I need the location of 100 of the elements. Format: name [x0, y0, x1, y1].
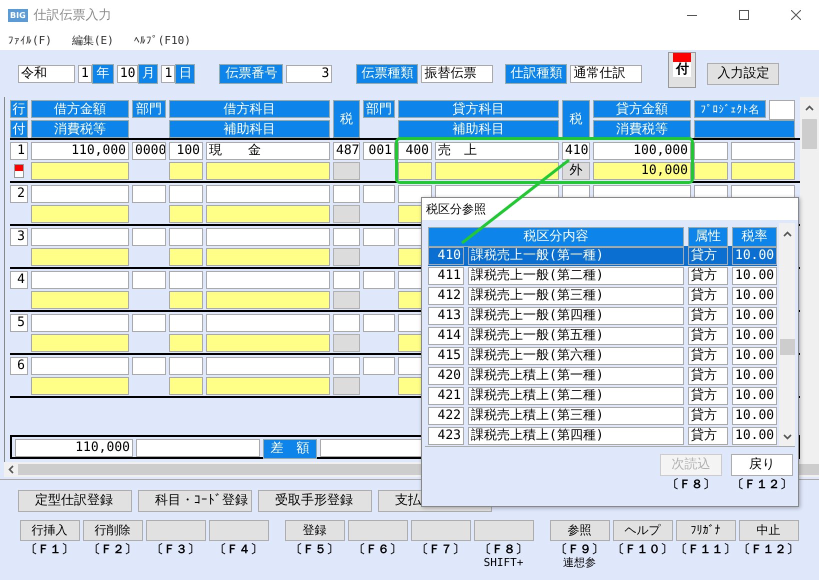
scrollbar-thumb[interactable]	[802, 119, 817, 149]
sub-account-field[interactable]	[206, 162, 330, 180]
department-field[interactable]	[363, 314, 395, 332]
sub-code-field[interactable]	[169, 205, 203, 223]
scroll-left-icon[interactable]	[8, 465, 14, 474]
maximize-icon[interactable]	[739, 10, 749, 20]
function-key-button[interactable]: 行削除	[82, 520, 142, 541]
amount-field[interactable]: 100,000	[593, 142, 691, 160]
tax-code-field[interactable]	[333, 185, 360, 203]
account-field[interactable]	[206, 357, 330, 375]
tax-type-button[interactable]	[333, 248, 360, 266]
tax-code-field[interactable]	[333, 271, 360, 289]
dialog-button[interactable]: 戻り	[731, 454, 793, 476]
scroll-up-icon[interactable]	[782, 231, 792, 237]
tax-amount-field[interactable]	[31, 162, 129, 180]
tax-amount-field[interactable]: 10,000	[593, 162, 691, 180]
menu-item[interactable]: 編集(E)	[72, 32, 114, 48]
function-key-button[interactable]: ﾌﾘｶﾞﾅ	[676, 520, 736, 541]
tax-type-button[interactable]	[333, 291, 360, 309]
tax-code-field[interactable]	[333, 357, 360, 375]
project-field[interactable]	[731, 142, 795, 160]
tax-row[interactable]: 423 課税売上積上(第四種) 貸方 10.00	[428, 426, 777, 446]
account-field[interactable]: 売 上	[435, 142, 559, 160]
tax-row[interactable]: 414 課税売上一般(第五種) 貸方 10.00	[428, 326, 777, 346]
tax-amount-field[interactable]	[31, 248, 129, 266]
account-code-field[interactable]	[169, 357, 203, 375]
department-field[interactable]	[363, 228, 395, 246]
tax-row[interactable]: 420 課税売上積上(第一種) 貸方 10.00	[428, 366, 777, 386]
department-field[interactable]	[132, 185, 166, 203]
sub-account-field[interactable]	[435, 162, 559, 180]
function-key-button[interactable]: 参照	[550, 520, 610, 541]
scroll-up-icon[interactable]	[805, 105, 814, 111]
tax-type-button[interactable]	[333, 334, 360, 352]
tax-type-button[interactable]: 外	[562, 162, 590, 180]
menu-item[interactable]: ﾌｧｲﾙ(F)	[8, 34, 52, 46]
function-button[interactable]: 定型仕訳登録	[18, 490, 132, 512]
attachment-button[interactable]: 付	[668, 52, 696, 88]
account-field[interactable]: 現 金	[206, 142, 330, 160]
department-field[interactable]	[132, 314, 166, 332]
amount-field[interactable]	[31, 185, 129, 203]
sub-account-field[interactable]	[206, 377, 330, 395]
settings-button[interactable]: 入力設定	[707, 62, 780, 84]
tax-row[interactable]: 412 課税売上一般(第三種) 貸方 10.00	[428, 286, 777, 306]
account-field[interactable]	[206, 314, 330, 332]
tax-row[interactable]: 411 課税売上一般(第二種) 貸方 10.00	[428, 266, 777, 286]
day-field[interactable]: 1	[161, 64, 176, 82]
function-key-button[interactable]	[146, 520, 206, 541]
minimize-icon[interactable]	[687, 14, 697, 16]
department-field[interactable]: 001	[363, 142, 395, 160]
function-key-button[interactable]	[208, 520, 268, 541]
close-icon[interactable]	[791, 10, 801, 20]
sub-account-field[interactable]	[206, 205, 330, 223]
account-field[interactable]	[206, 185, 330, 203]
sub-code-field[interactable]	[169, 291, 203, 309]
project-code-field[interactable]	[694, 142, 728, 160]
project-sub-field[interactable]	[694, 162, 728, 180]
tax-code-field[interactable]: 410	[562, 142, 590, 160]
account-code-field[interactable]	[169, 228, 203, 246]
function-key-button[interactable]	[410, 520, 470, 541]
amount-field[interactable]	[31, 357, 129, 375]
tax-amount-field[interactable]	[31, 334, 129, 352]
tax-row[interactable]: 421 課税売上積上(第二種) 貸方 10.00	[428, 386, 777, 406]
function-key-button[interactable]: 登録	[284, 520, 344, 541]
account-code-field[interactable]	[169, 314, 203, 332]
tax-code-field[interactable]	[333, 314, 360, 332]
sub-account-field[interactable]	[206, 248, 330, 266]
department-field[interactable]	[363, 271, 395, 289]
account-code-field[interactable]: 100	[169, 142, 203, 160]
department-field[interactable]	[363, 185, 395, 203]
sub-code-field[interactable]	[398, 162, 432, 180]
tax-type-button[interactable]	[333, 377, 360, 395]
tax-code-field[interactable]: 487	[333, 142, 360, 160]
department-field[interactable]	[132, 357, 166, 375]
account-code-field[interactable]	[169, 185, 203, 203]
function-key-button[interactable]: 中止	[738, 520, 798, 541]
sub-account-field[interactable]	[206, 291, 330, 309]
account-code-field[interactable]: 400	[398, 142, 432, 160]
sub-code-field[interactable]	[169, 334, 203, 352]
account-code-field[interactable]	[169, 271, 203, 289]
amount-field[interactable]	[31, 314, 129, 332]
sub-account-field[interactable]	[206, 334, 330, 352]
project-search-field[interactable]	[769, 100, 795, 120]
department-field[interactable]: 0000	[132, 142, 166, 160]
department-field[interactable]	[132, 271, 166, 289]
scroll-down-icon[interactable]	[782, 434, 792, 440]
era-field[interactable]: 令和	[18, 64, 75, 82]
department-field[interactable]	[363, 357, 395, 375]
tax-code-field[interactable]	[333, 228, 360, 246]
year-field[interactable]: 1	[78, 64, 92, 82]
function-key-button[interactable]: 行挿入	[20, 520, 80, 541]
function-key-button[interactable]	[348, 520, 408, 541]
tax-row[interactable]: 413 課税売上一般(第四種) 貸方 10.00	[428, 306, 777, 326]
sub-code-field[interactable]	[169, 377, 203, 395]
tax-row[interactable]: 410 課税売上一般(第一種) 貸方 10.00	[428, 246, 777, 266]
tax-amount-field[interactable]	[31, 291, 129, 309]
tax-type-button[interactable]	[333, 205, 360, 223]
project-sub-field[interactable]	[731, 162, 795, 180]
amount-field[interactable]: 110,000	[31, 142, 129, 160]
menu-item[interactable]: ﾍﾙﾌﾟ(F10)	[134, 34, 191, 46]
sub-code-field[interactable]	[169, 162, 203, 180]
